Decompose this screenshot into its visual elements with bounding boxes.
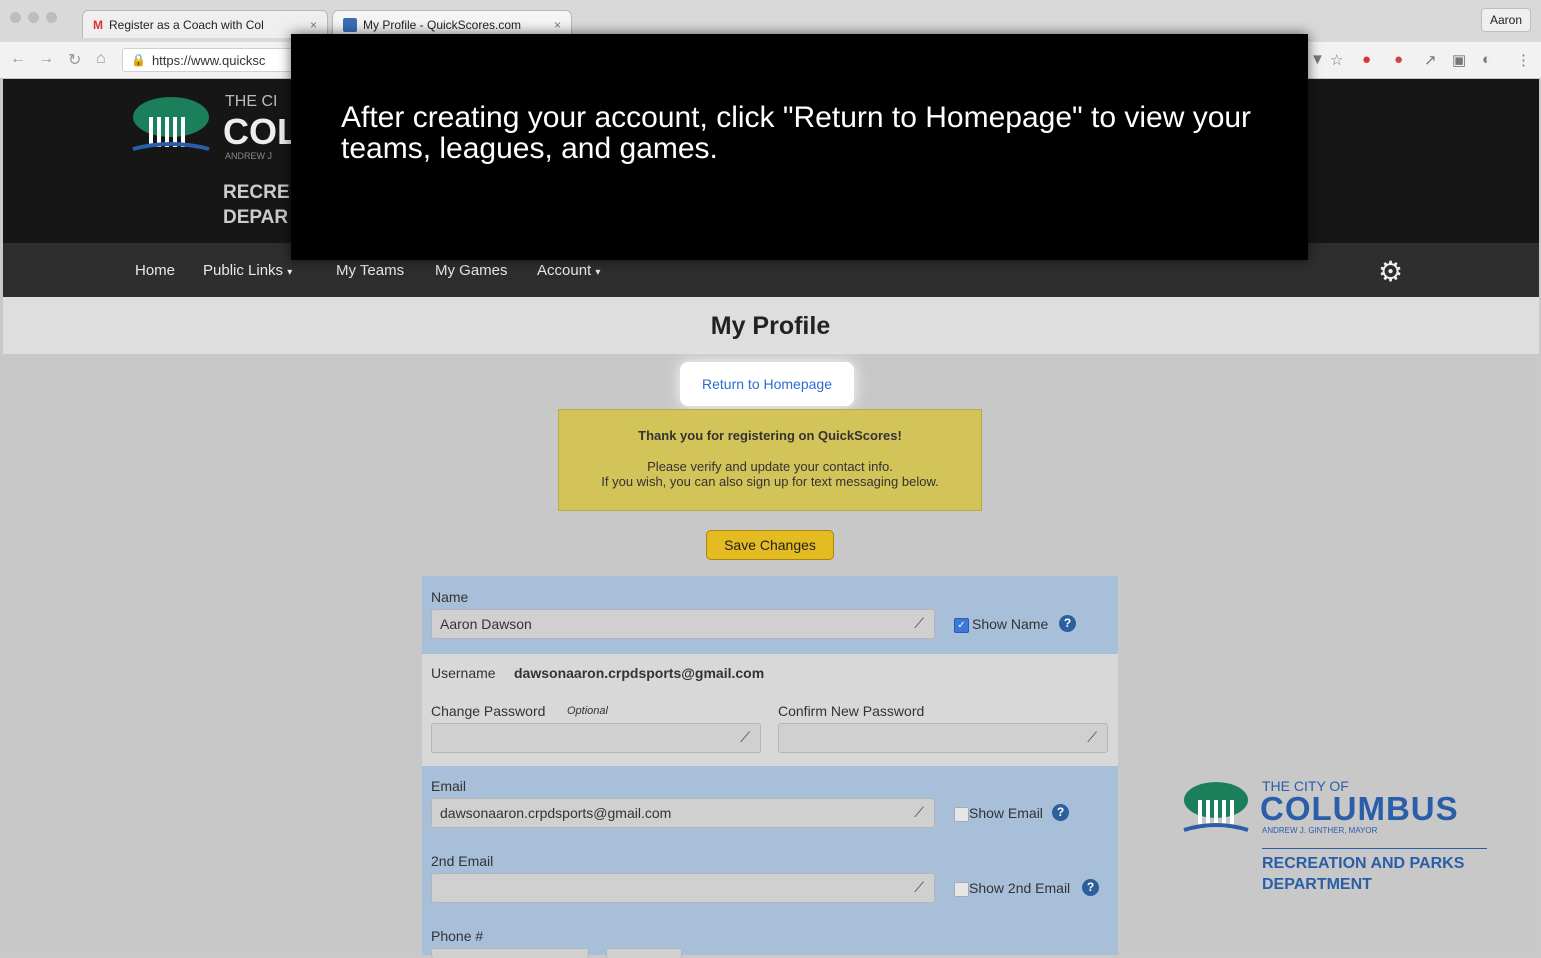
browser-profile-button[interactable]: Aaron (1480, 8, 1531, 32)
show-email-checkbox[interactable] (954, 807, 969, 822)
show-email-label: Show Email (969, 805, 1043, 821)
logo-text-mayor: ANDREW J (225, 151, 272, 161)
lock-icon: 🔒 (131, 53, 146, 67)
gear-icon[interactable]: ⚙ (1378, 255, 1403, 288)
pin-icon: ⟋ (1087, 729, 1097, 745)
tab-label: Register as a Coach with Col (109, 17, 264, 32)
confirm-password-field[interactable]: ⟋ (778, 723, 1108, 753)
save-changes-button[interactable]: Save Changes (706, 530, 834, 560)
logo-right-line5: DEPARTMENT (1262, 876, 1372, 893)
name-section: Name Aaron Dawson ⟋ ✓ Show Name ? (422, 576, 1118, 654)
notice-line-1: Please verify and update your contact in… (647, 459, 893, 474)
phone-field[interactable] (431, 948, 589, 958)
profile-form: Name Aaron Dawson ⟋ ✓ Show Name ? Userna… (422, 576, 1118, 958)
logo-text-department: DEPAR (223, 207, 289, 228)
tutorial-overlay: After creating your account, click "Retu… (291, 34, 1308, 260)
back-icon[interactable]: ← (10, 50, 26, 68)
contact-section: Email dawsonaaron.crpdsports@gmail.com ⟋… (422, 766, 1118, 958)
show-email2-label: Show 2nd Email (969, 880, 1071, 896)
show-name-checkbox[interactable]: ✓ (954, 618, 969, 633)
nav-public-links[interactable]: Public Links ▾ (203, 262, 292, 279)
quickscores-icon (343, 17, 357, 32)
pin-icon: ⟋ (740, 729, 750, 745)
pin-icon: ⟋ (914, 879, 924, 895)
bookmark-star-icon[interactable]: ☆ (1330, 51, 1343, 69)
menu-icon[interactable]: ⋮ (1516, 51, 1531, 69)
gmail-icon: M (93, 17, 103, 32)
reload-icon[interactable]: ↻ (68, 50, 81, 70)
close-icon[interactable]: × (310, 18, 317, 32)
email-label: Email (431, 778, 467, 794)
window-controls[interactable] (10, 12, 57, 23)
url-text: https://www.quicksc (151, 52, 266, 68)
email2-field[interactable]: ⟋ (431, 873, 935, 903)
show-email2-checkbox[interactable] (954, 882, 969, 897)
confirm-password-label: Confirm New Password (778, 703, 925, 719)
registration-notice: Thank you for registering on QuickScores… (558, 409, 982, 511)
pin-icon: ⟋ (914, 804, 924, 820)
notice-title: Thank you for registering on QuickScores… (638, 428, 902, 443)
extension-icon[interactable]: ↗ (1424, 51, 1437, 69)
logo-right-line4: RECREATION AND PARKS (1262, 855, 1465, 872)
help-icon[interactable]: ? (1052, 804, 1069, 821)
home-icon[interactable]: ⌂ (96, 50, 106, 68)
extension-icon[interactable]: ◐ (1482, 51, 1491, 68)
email-field[interactable]: dawsonaaron.crpdsports@gmail.com ⟋ (431, 798, 935, 828)
extension-icon[interactable]: ● (1362, 51, 1371, 68)
change-password-label: Change Password (431, 703, 546, 719)
nav-home[interactable]: Home (135, 262, 175, 279)
chevron-down-icon: ▾ (287, 267, 293, 278)
nav-account[interactable]: Account ▾ (537, 262, 600, 279)
name-value: Aaron Dawson (440, 616, 532, 632)
pin-icon: ⟋ (914, 615, 924, 631)
name-label: Name (431, 589, 469, 605)
filter-icon[interactable]: ▼ (1310, 51, 1325, 68)
help-icon[interactable]: ? (1082, 879, 1099, 896)
close-icon[interactable]: × (554, 18, 561, 32)
forward-icon[interactable]: → (38, 50, 54, 68)
name-field[interactable]: Aaron Dawson ⟋ (431, 609, 935, 639)
logo-text-recreation: RECRE (223, 182, 290, 203)
logo-divider (1262, 848, 1487, 849)
return-to-homepage-link[interactable]: Return to Homepage (702, 376, 832, 392)
nav-label: Account (537, 262, 592, 279)
logo-text-main: COL (223, 111, 299, 152)
email-value: dawsonaaron.crpdsports@gmail.com (440, 805, 672, 821)
extension-icon[interactable]: ● (1394, 51, 1403, 68)
username-value: dawsonaaron.crpdsports@gmail.com (514, 665, 765, 681)
chevron-down-icon: ▾ (595, 267, 601, 278)
city-logo-icon (132, 97, 210, 151)
logo-right-line2: COLUMBUS (1260, 790, 1459, 827)
nav-my-games[interactable]: My Games (435, 262, 508, 279)
page-title: My Profile (710, 312, 831, 340)
extension-icon[interactable]: ▣ (1452, 51, 1466, 69)
email2-label: 2nd Email (431, 853, 494, 869)
nav-label: Public Links (203, 262, 284, 279)
overlay-text: After creating your account, click "Retu… (341, 101, 1252, 165)
help-icon[interactable]: ? (1059, 615, 1076, 632)
change-password-field[interactable]: ⟋ (431, 723, 761, 753)
logo-text-top: THE CI (225, 93, 278, 110)
columbus-logo: THE CITY OF COLUMBUS ANDREW J. GINTHER, … (1180, 778, 1500, 898)
tab-label: My Profile - QuickScores.com (363, 17, 522, 32)
username-label: Username (431, 665, 496, 681)
return-link-highlight: Return to Homepage (680, 362, 854, 406)
phone-label: Phone # (431, 928, 484, 944)
show-name-label: Show Name (972, 616, 1049, 632)
optional-label: Optional (567, 705, 608, 717)
phone-type-select[interactable] (606, 948, 682, 958)
account-section: Username dawsonaaron.crpdsports@gmail.co… (422, 654, 1118, 766)
nav-my-teams[interactable]: My Teams (336, 262, 404, 279)
city-logo-icon (1183, 782, 1249, 832)
logo-right-line3: ANDREW J. GINTHER, MAYOR (1262, 826, 1378, 835)
notice-line-2: If you wish, you can also sign up for te… (601, 474, 939, 489)
